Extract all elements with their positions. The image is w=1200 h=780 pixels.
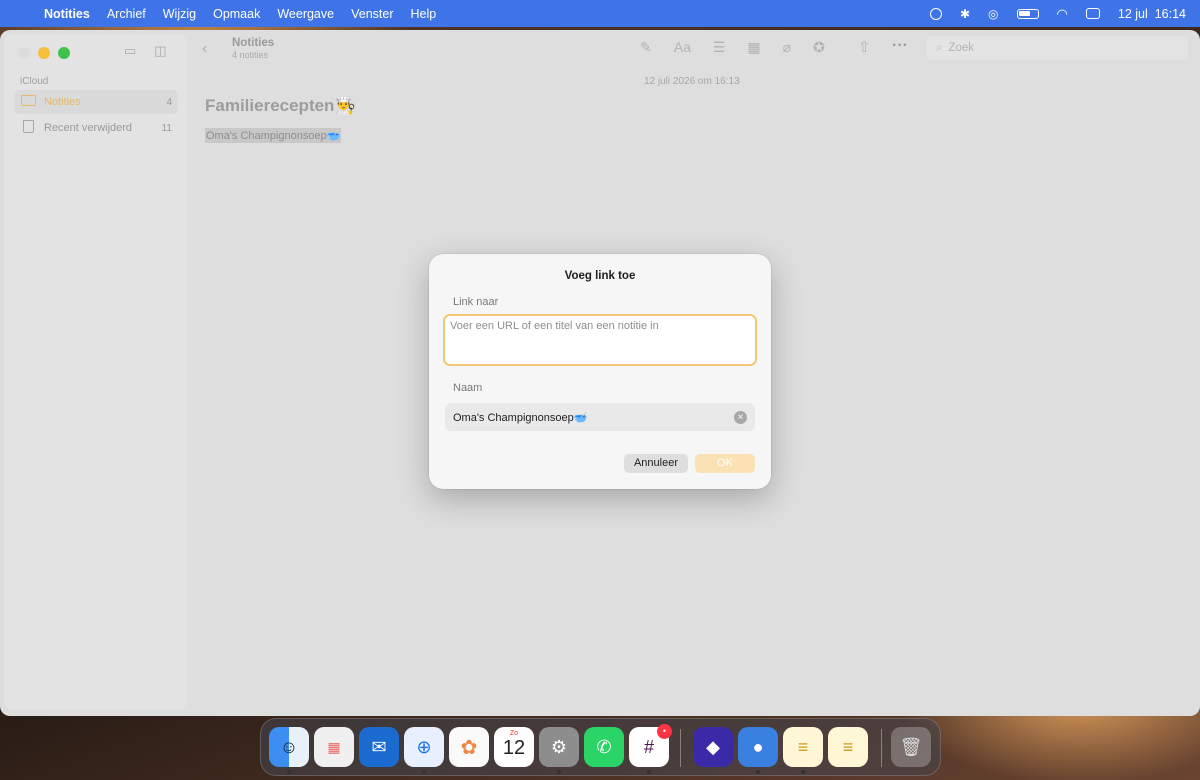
dock-separator	[680, 729, 681, 767]
name-value: Oma's Champignonsoep🥣	[453, 411, 588, 424]
sidebar: ▭ ◫ iCloud Notities 4 Recent verwijderd …	[4, 34, 187, 710]
search-icon: ⌕	[936, 41, 943, 54]
sidebar-section-icloud: iCloud	[20, 76, 49, 87]
running-indicator	[756, 770, 760, 774]
trash-icon[interactable]: 🗑	[891, 727, 931, 767]
sidebar-item-label: Notities	[44, 96, 81, 108]
sidebar-tools: ▭ ◫	[124, 43, 167, 59]
calendar-day: 12	[502, 737, 526, 759]
name-input[interactable]: Oma's Champignonsoep🥣 ×	[445, 403, 755, 431]
running-indicator	[557, 770, 561, 774]
toolbar-icons: ✎ Aa ☰ ▦ ⌀ ✪	[640, 39, 825, 56]
sidebar-item-count: 4	[166, 96, 172, 108]
bluetooth-icon[interactable]: ✱	[960, 7, 970, 21]
menu-weergave[interactable]: Weergave	[277, 7, 334, 21]
menu-opmaak[interactable]: Opmaak	[213, 7, 260, 21]
menu-date[interactable]: 12 jul 16:14	[1118, 7, 1186, 21]
attachment-icon[interactable]: ⌀	[783, 39, 791, 56]
notes-document-icon[interactable]: ≡	[828, 727, 868, 767]
trash-icon	[20, 120, 36, 136]
sidebar-item-recent-verwijderd[interactable]: Recent verwijderd 11	[14, 116, 178, 140]
compose-icon[interactable]: ✎	[640, 39, 652, 56]
add-link-dialog: Voeg link toe Link naar Voer een URL of …	[429, 254, 771, 489]
sidebar-item-count: 11	[161, 122, 172, 134]
launchpad-icon[interactable]: ▦	[314, 727, 354, 767]
safari-icon[interactable]: ⊕	[404, 727, 444, 767]
search-placeholder: Zoek	[948, 42, 975, 54]
format-icon[interactable]: Aa	[674, 39, 691, 56]
finder-icon[interactable]: ☺	[269, 727, 309, 767]
cancel-button[interactable]: Annuleer	[624, 454, 688, 473]
menu-archief[interactable]: Archief	[107, 7, 146, 21]
sidebar-item-notities[interactable]: Notities 4	[14, 90, 178, 114]
selected-note-text[interactable]: Oma's Champignonsoep🥣	[205, 128, 342, 143]
link-placeholder: Voer een URL of een titel van een notiti…	[450, 320, 659, 332]
search-field[interactable]: ⌕ Zoek	[926, 36, 1188, 60]
more-icon[interactable]: ···	[892, 37, 908, 55]
close-window-button[interactable]	[18, 47, 30, 59]
notification-badge: •	[657, 724, 672, 739]
running-indicator	[801, 770, 805, 774]
back-chevron-icon[interactable]: ‹	[202, 40, 207, 58]
photos-icon[interactable]: ✿	[449, 727, 489, 767]
markup-icon[interactable]: ✪	[813, 39, 825, 56]
zoom-window-button[interactable]	[58, 47, 70, 59]
link-url-input[interactable]: Voer een URL of een titel van een notiti…	[443, 314, 757, 366]
toolbar: ‹ Notities 4 notities ✎ Aa ☰ ▦ ⌀ ✪ ⇧ ···…	[190, 30, 1200, 70]
time-text: 16:14	[1154, 6, 1186, 21]
note-date: 12 juli 2026 om 16:13	[644, 76, 740, 87]
menu-wijzig[interactable]: Wijzig	[163, 7, 196, 21]
system-settings-icon[interactable]: ⚙	[539, 727, 579, 767]
running-indicator	[287, 770, 291, 774]
running-indicator	[422, 770, 426, 774]
notes-icon[interactable]: ≡	[783, 727, 823, 767]
note-title[interactable]: Familierecepten👨‍🍳	[205, 96, 356, 116]
dock: ☺ ▦ ✉ ⊕ ✿ Zo 12 ⚙ ✆ # • ◆ ● ≡ ≡ 🗑	[260, 718, 941, 776]
shortcuts-icon[interactable]: ◆	[693, 727, 733, 767]
folder-title: Notities	[232, 37, 275, 49]
wifi-icon[interactable]: ◠	[1057, 6, 1068, 22]
sidebar-item-label: Recent verwijderd	[44, 122, 133, 134]
link-label: Link naar	[453, 296, 499, 308]
ok-button[interactable]: OK	[695, 454, 755, 473]
airdrop-icon[interactable]: ◎	[988, 7, 998, 21]
clear-icon[interactable]: ×	[734, 410, 747, 424]
dock-separator	[881, 729, 882, 767]
app-icon[interactable]: ●	[738, 727, 778, 767]
note-count: 4 notities	[232, 50, 269, 60]
menu-app-name[interactable]: Notities	[44, 7, 90, 21]
slack-icon[interactable]: # •	[629, 724, 672, 767]
window-controls	[18, 47, 70, 59]
outlook-icon[interactable]: ✉	[359, 727, 399, 767]
menu-venster[interactable]: Venster	[351, 7, 393, 21]
name-label: Naam	[453, 382, 483, 394]
share-icon[interactable]: ⇧	[858, 38, 871, 56]
calendar-icon[interactable]: Zo 12	[494, 727, 534, 767]
control-center-icon[interactable]	[1085, 8, 1100, 19]
minimize-window-button[interactable]	[38, 47, 50, 59]
whatsapp-icon[interactable]: ✆	[584, 727, 624, 767]
menu-help[interactable]: Help	[410, 7, 436, 21]
play-status-icon[interactable]	[929, 7, 942, 20]
date-text: 12 jul	[1117, 6, 1148, 21]
running-indicator	[647, 770, 651, 774]
folder-icon	[20, 95, 36, 109]
dialog-title: Voeg link toe	[564, 270, 636, 282]
checklist-icon[interactable]: ☰	[713, 39, 726, 56]
menu-bar: Notities Archief Wijzig Opmaak Weergave …	[0, 0, 1200, 27]
sidebar-toggle-icon[interactable]: ◫	[154, 43, 166, 59]
calendar-month: Zo	[509, 730, 519, 737]
battery-icon[interactable]	[1016, 8, 1039, 19]
new-folder-icon[interactable]: ▭	[124, 43, 136, 59]
table-icon[interactable]: ▦	[747, 39, 760, 56]
